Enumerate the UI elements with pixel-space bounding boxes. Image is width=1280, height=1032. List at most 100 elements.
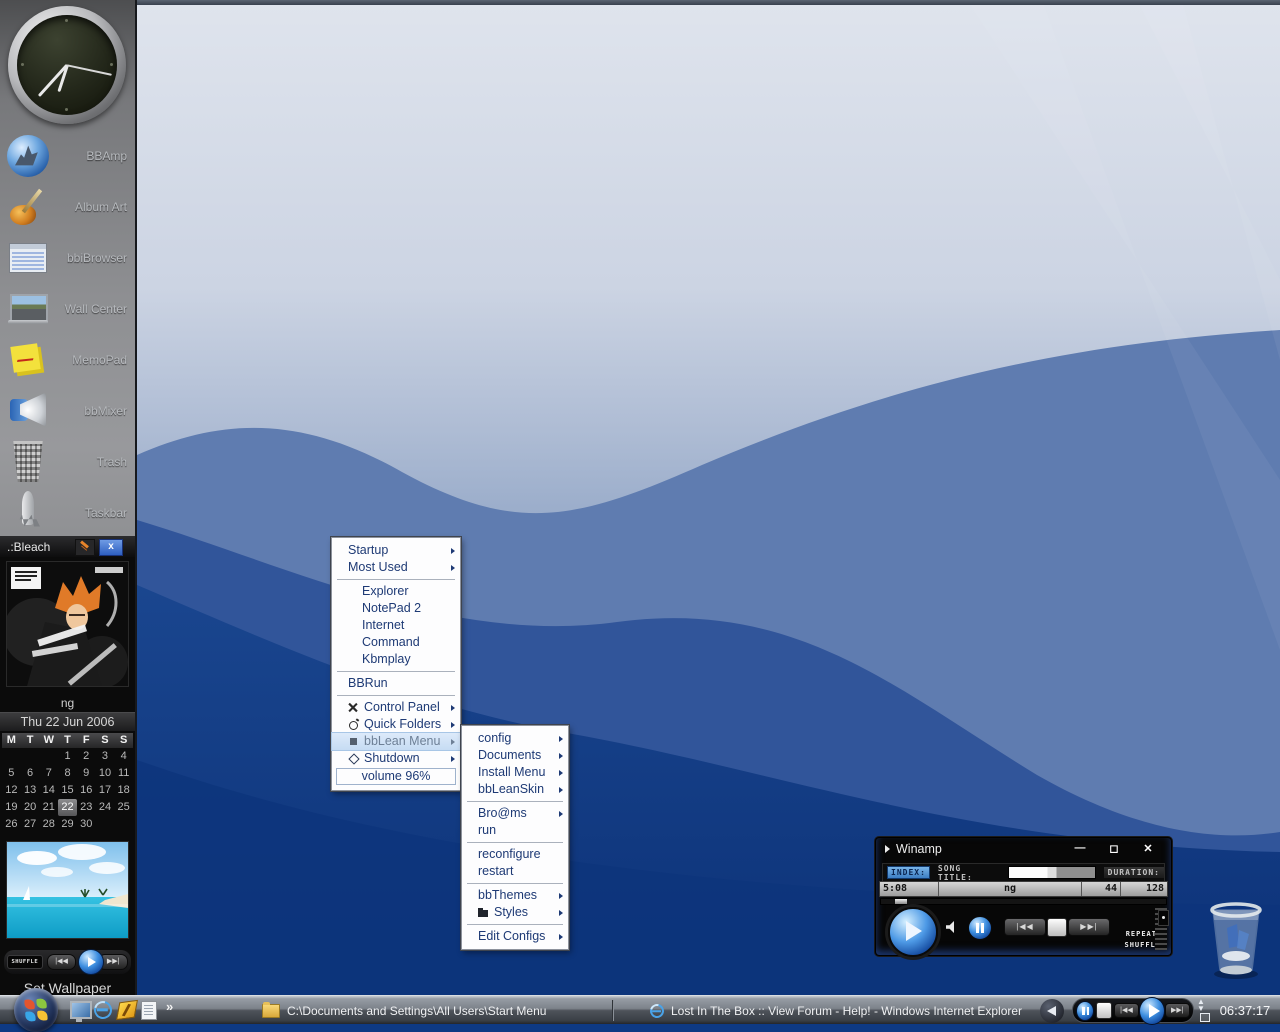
- play-button[interactable]: [1139, 997, 1164, 1025]
- previous-button[interactable]: |◀◀: [47, 954, 77, 970]
- taskbar-task-ie[interactable]: Lost In The Box :: View Forum - Help! - …: [650, 996, 1022, 1025]
- maximize-button[interactable]: ◻: [1105, 842, 1123, 855]
- calendar-day-cell[interactable]: 23: [77, 799, 96, 816]
- calendar-day-cell[interactable]: 9: [77, 765, 96, 782]
- menu-item-bbleanskin[interactable]: bbLeanSkin: [462, 781, 568, 798]
- calendar-day-cell[interactable]: 21: [39, 799, 58, 816]
- pin-icon[interactable]: [75, 539, 95, 556]
- dock-item-taskbar[interactable]: Taskbar: [0, 487, 135, 538]
- volume-handle[interactable]: [1158, 910, 1169, 926]
- seek-handle[interactable]: [895, 899, 907, 904]
- menu-item-bbthemes[interactable]: bbThemes: [462, 887, 568, 904]
- calendar-day-cell[interactable]: 11: [114, 765, 133, 782]
- calendar-day-cell[interactable]: 26: [2, 816, 21, 833]
- menu-item-bro-ms[interactable]: Bro@ms: [462, 805, 568, 822]
- calendar-day-cell[interactable]: 24: [96, 799, 115, 816]
- calendar-day-cell[interactable]: 10: [96, 765, 115, 782]
- calendar-day-cell[interactable]: 13: [21, 782, 40, 799]
- winamp-menu-icon[interactable]: [885, 845, 890, 853]
- seek-progress-bar[interactable]: [1008, 866, 1096, 879]
- overflow-chevron[interactable]: »: [166, 999, 173, 1014]
- calendar-day-cell[interactable]: 6: [21, 765, 40, 782]
- tray-collapse-button[interactable]: [1040, 999, 1064, 1023]
- menu-item-documents[interactable]: Documents: [462, 747, 568, 764]
- close-icon[interactable]: x: [99, 539, 123, 556]
- dock-item-wall-center[interactable]: Wall Center: [0, 283, 135, 334]
- dock-item-bbibrowser[interactable]: bbiBrowser: [0, 232, 135, 283]
- play-button[interactable]: [888, 907, 938, 957]
- calendar-day-cell[interactable]: 5: [2, 765, 21, 782]
- dock-item-trash[interactable]: Trash: [0, 436, 135, 487]
- previous-button[interactable]: |◀◀: [1114, 1003, 1139, 1018]
- menu-item-explorer[interactable]: Explorer: [332, 583, 460, 600]
- notepad-icon[interactable]: [141, 1001, 157, 1020]
- menu-item-quick-folders[interactable]: Quick Folders: [332, 716, 460, 733]
- calendar-day-cell[interactable]: 3: [96, 748, 115, 765]
- dock-item-album-art[interactable]: Album Art: [0, 181, 135, 232]
- display-icon[interactable]: [70, 1001, 92, 1019]
- ie-icon[interactable]: [91, 998, 116, 1023]
- menu-item-shutdown[interactable]: Shutdown: [332, 750, 460, 767]
- menu-item-styles[interactable]: Styles: [462, 904, 568, 921]
- calendar-day-cell[interactable]: 12: [2, 782, 21, 799]
- lightning-icon[interactable]: [116, 1000, 138, 1020]
- calendar-day-cell[interactable]: 22: [58, 799, 77, 816]
- menu-item-config[interactable]: config: [462, 730, 568, 747]
- minimize-button[interactable]: —: [1071, 842, 1089, 855]
- stop-button[interactable]: [1096, 1002, 1112, 1019]
- play-button[interactable]: [78, 949, 104, 975]
- calendar-day-cell[interactable]: 15: [58, 782, 77, 799]
- calendar-day-cell[interactable]: 30: [77, 816, 96, 833]
- calendar-day-cell[interactable]: 17: [96, 782, 115, 799]
- menu-item-run[interactable]: run: [462, 822, 568, 839]
- calendar-day-cell[interactable]: 19: [2, 799, 21, 816]
- pause-button[interactable]: [968, 916, 992, 940]
- shuffle-button[interactable]: SHUFFLE: [7, 955, 43, 969]
- menu-item-internet[interactable]: Internet: [332, 617, 460, 634]
- start-orb[interactable]: [14, 988, 58, 1032]
- menu-item-install-menu[interactable]: Install Menu: [462, 764, 568, 781]
- menu-item-command[interactable]: Command: [332, 634, 460, 651]
- next-button[interactable]: ▶▶|: [1165, 1003, 1190, 1018]
- recycle-bin-icon[interactable]: [1203, 898, 1269, 982]
- taskbar-task-explorer[interactable]: C:\Documents and Settings\All Users\Star…: [262, 996, 546, 1025]
- calendar-day-cell[interactable]: 2: [77, 748, 96, 765]
- widget-titlebar[interactable]: .:Bleach x: [0, 536, 135, 557]
- calendar-day-cell[interactable]: 25: [114, 799, 133, 816]
- menu-item-edit-configs[interactable]: Edit Configs: [462, 928, 568, 945]
- menu-item-volume-96-[interactable]: volume 96%: [336, 768, 456, 785]
- seek-slider[interactable]: [880, 898, 1167, 905]
- dock-item-bbmixer[interactable]: bbMixer: [0, 385, 135, 436]
- menu-item-reconfigure[interactable]: reconfigure: [462, 846, 568, 863]
- menu-item-bbrun[interactable]: BBRun: [332, 675, 460, 692]
- menu-item-control-panel[interactable]: Control Panel: [332, 699, 460, 716]
- winamp-window[interactable]: Winamp — ◻ ✕ INDEX: SONG TITLE: DURATION…: [875, 837, 1172, 956]
- calendar-day-cell[interactable]: 28: [39, 816, 58, 833]
- menu-item-kbmplay[interactable]: Kbmplay: [332, 651, 460, 668]
- calendar-day-cell[interactable]: 16: [77, 782, 96, 799]
- menu-item-startup[interactable]: Startup: [332, 542, 460, 559]
- dock-item-bbamp[interactable]: BBAmp: [0, 130, 135, 181]
- calendar-day-cell[interactable]: 1: [58, 748, 77, 765]
- wallpaper-thumbnail[interactable]: [6, 841, 129, 939]
- repeat-label[interactable]: REPEAT: [1126, 930, 1157, 938]
- tray-scroll-arrows[interactable]: ▲▼: [1197, 998, 1205, 1012]
- calendar-day-cell[interactable]: 8: [58, 765, 77, 782]
- menu-item-most-used[interactable]: Most Used: [332, 559, 460, 576]
- calendar-day-cell[interactable]: 4: [114, 748, 133, 765]
- close-button[interactable]: ✕: [1139, 842, 1157, 855]
- calendar-day-cell[interactable]: 27: [21, 816, 40, 833]
- dock-item-memopad[interactable]: MemoPad: [0, 334, 135, 385]
- stop-button[interactable]: [1047, 918, 1067, 937]
- index-label[interactable]: INDEX:: [887, 866, 930, 879]
- calendar-day-cell[interactable]: 20: [21, 799, 40, 816]
- calendar-day-cell[interactable]: 29: [58, 816, 77, 833]
- restore-window-icon[interactable]: [1200, 1013, 1210, 1022]
- previous-button[interactable]: |◀◀: [1004, 918, 1046, 936]
- calendar-day-cell[interactable]: 14: [39, 782, 58, 799]
- next-button[interactable]: ▶▶|: [1068, 918, 1110, 936]
- calendar-day-cell[interactable]: 18: [114, 782, 133, 799]
- calendar-day-cell[interactable]: 7: [39, 765, 58, 782]
- menu-item-notepad-2[interactable]: NotePad 2: [332, 600, 460, 617]
- menu-item-restart[interactable]: restart: [462, 863, 568, 880]
